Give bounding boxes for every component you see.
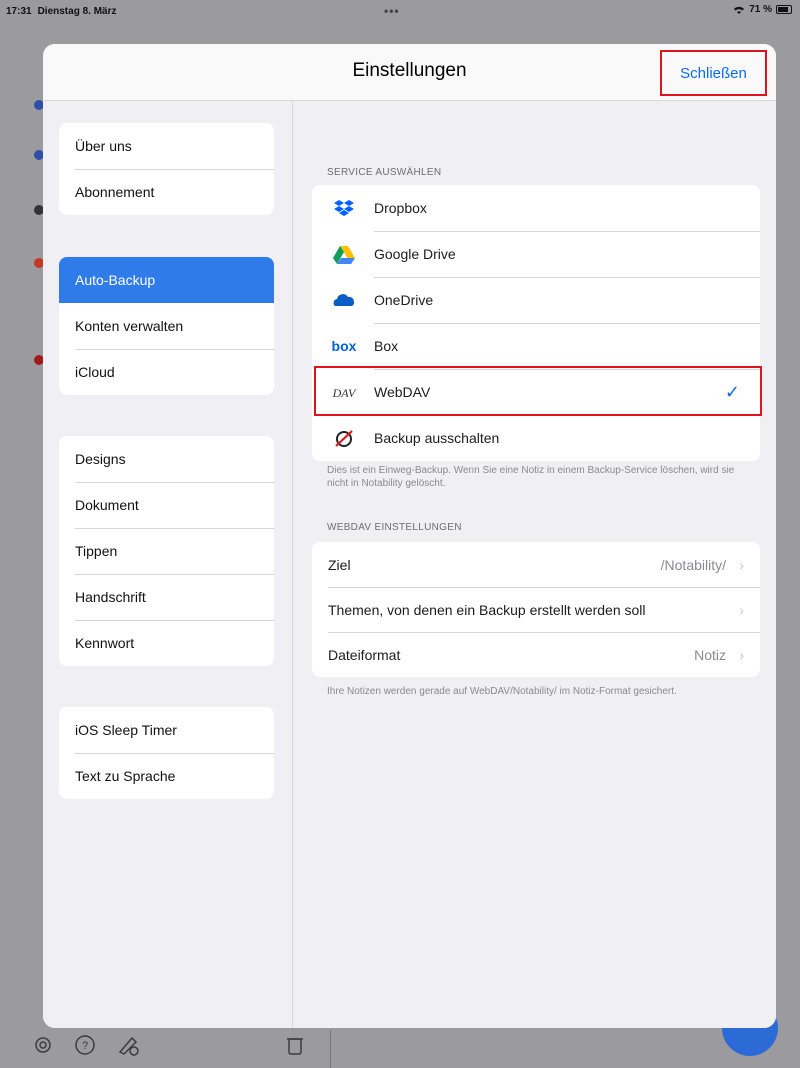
- webdav-section-header: WEBDAV EINSTELLUNGEN: [327, 522, 462, 533]
- gear-icon[interactable]: [32, 1034, 54, 1056]
- chevron-right-icon: ›: [739, 646, 744, 663]
- service-row-dropbox[interactable]: Dropbox: [312, 185, 760, 231]
- help-icon[interactable]: ?: [74, 1034, 96, 1056]
- setting-row-target[interactable]: Ziel /Notability/ ›: [312, 542, 760, 587]
- sidebar-item-label: Kennwort: [75, 635, 135, 651]
- status-date: Dienstag 8. März: [37, 5, 117, 17]
- status-time: 17:31: [6, 5, 32, 17]
- close-button[interactable]: Schließen: [660, 50, 767, 96]
- backup-footnote: Dies ist ein Einweg-Backup. Wenn Sie ein…: [327, 465, 735, 489]
- sidebar-item-label: Auto-Backup: [75, 272, 156, 288]
- sidebar-item-about[interactable]: Über uns: [59, 123, 274, 169]
- setting-row-topics[interactable]: Themen, von denen ein Backup erstellt we…: [312, 587, 760, 632]
- sidebar-item-label: iOS Sleep Timer: [75, 722, 177, 738]
- sidebar-item-typing[interactable]: Tippen: [59, 528, 274, 574]
- setting-label: Themen, von denen ein Backup erstellt we…: [328, 601, 646, 618]
- setting-value: Notiz: [694, 646, 726, 663]
- service-row-backup-off[interactable]: Backup ausschalten: [312, 415, 760, 461]
- settings-modal: Einstellungen Schließen Über uns Abonnem…: [43, 44, 776, 1028]
- service-label: OneDrive: [374, 292, 434, 308]
- sidebar-item-handwriting[interactable]: Handschrift: [59, 574, 274, 620]
- sidebar-item-label: iCloud: [75, 364, 115, 380]
- bg-bottom-toolbar: ?: [0, 1024, 800, 1068]
- service-row-google-drive[interactable]: Google Drive: [312, 231, 760, 277]
- settings-sidebar: Über uns Abonnement Auto-Backup Konten v…: [43, 101, 293, 1028]
- sidebar-item-label: Text zu Sprache: [75, 768, 176, 784]
- setting-value: /Notability/: [660, 556, 726, 573]
- service-list: Dropbox Google Drive OneDrive box Box DA…: [312, 185, 760, 461]
- sidebar-group-accessibility: iOS Sleep Timer Text zu Sprache: [59, 707, 274, 799]
- trash-icon[interactable]: [286, 1034, 304, 1056]
- dropbox-icon: [320, 199, 368, 217]
- sidebar-item-subscription[interactable]: Abonnement: [59, 169, 274, 215]
- setting-label: Ziel: [328, 556, 351, 573]
- sidebar-item-designs[interactable]: Designs: [59, 436, 274, 482]
- sidebar-item-label: Über uns: [75, 138, 132, 154]
- status-bar: 17:31 Dienstag 8. März ••• 71 %: [0, 0, 800, 22]
- battery-icon: [776, 5, 792, 14]
- google-drive-icon: [320, 245, 368, 264]
- sidebar-item-icloud[interactable]: iCloud: [59, 349, 274, 395]
- service-label: Backup ausschalten: [374, 430, 500, 446]
- webdav-settings-list: Ziel /Notability/ › Themen, von denen ei…: [312, 542, 760, 677]
- svg-text:box: box: [332, 339, 357, 353]
- sidebar-item-label: Konten verwalten: [75, 318, 184, 334]
- sidebar-item-label: Designs: [75, 451, 126, 467]
- sidebar-group-preferences: Designs Dokument Tippen Handschrift Kenn…: [59, 436, 274, 666]
- backup-off-icon: [320, 428, 368, 448]
- shared-icon[interactable]: [116, 1034, 140, 1056]
- sidebar-item-label: Tippen: [75, 543, 118, 559]
- service-label: WebDAV: [374, 384, 431, 400]
- sidebar-item-document[interactable]: Dokument: [59, 482, 274, 528]
- service-row-box[interactable]: box Box: [312, 323, 760, 369]
- sidebar-item-password[interactable]: Kennwort: [59, 620, 274, 666]
- sidebar-group-info: Über uns Abonnement: [59, 123, 274, 215]
- sidebar-item-text-to-speech[interactable]: Text zu Sprache: [59, 753, 274, 799]
- service-row-webdav[interactable]: DAV WebDAV ✓: [312, 369, 760, 415]
- sidebar-item-auto-backup[interactable]: Auto-Backup: [59, 257, 274, 303]
- sidebar-item-sleep-timer[interactable]: iOS Sleep Timer: [59, 707, 274, 753]
- sidebar-item-label: Abonnement: [75, 184, 155, 200]
- chevron-right-icon: ›: [739, 556, 744, 573]
- sidebar-item-manage-accounts[interactable]: Konten verwalten: [59, 303, 274, 349]
- service-row-onedrive[interactable]: OneDrive: [312, 277, 760, 323]
- setting-label: Dateiformat: [328, 646, 401, 663]
- sidebar-item-label: Handschrift: [75, 589, 146, 605]
- service-label: Google Drive: [374, 246, 456, 262]
- service-label: Dropbox: [374, 200, 427, 216]
- box-icon: box: [320, 339, 368, 353]
- chevron-right-icon: ›: [739, 601, 744, 618]
- checkmark-icon: ✓: [724, 381, 740, 402]
- sidebar-item-label: Dokument: [75, 497, 139, 513]
- setting-row-file-format[interactable]: Dateiformat Notiz ›: [312, 632, 760, 677]
- wifi-icon: [734, 6, 745, 14]
- battery-percent: 71 %: [749, 4, 772, 15]
- webdav-icon: DAV: [320, 385, 368, 399]
- svg-text:?: ?: [82, 1040, 88, 1052]
- onedrive-icon: [320, 293, 368, 307]
- service-label: Box: [374, 338, 399, 354]
- service-section-header: SERVICE AUSWÄHLEN: [327, 167, 442, 178]
- multitasking-dots: •••: [384, 4, 400, 18]
- sidebar-group-backup: Auto-Backup Konten verwalten iCloud: [59, 257, 274, 395]
- svg-text:DAV: DAV: [332, 386, 357, 399]
- modal-header: Einstellungen Schließen: [43, 44, 776, 101]
- webdav-footnote: Ihre Notizen werden gerade auf WebDAV/No…: [327, 686, 677, 697]
